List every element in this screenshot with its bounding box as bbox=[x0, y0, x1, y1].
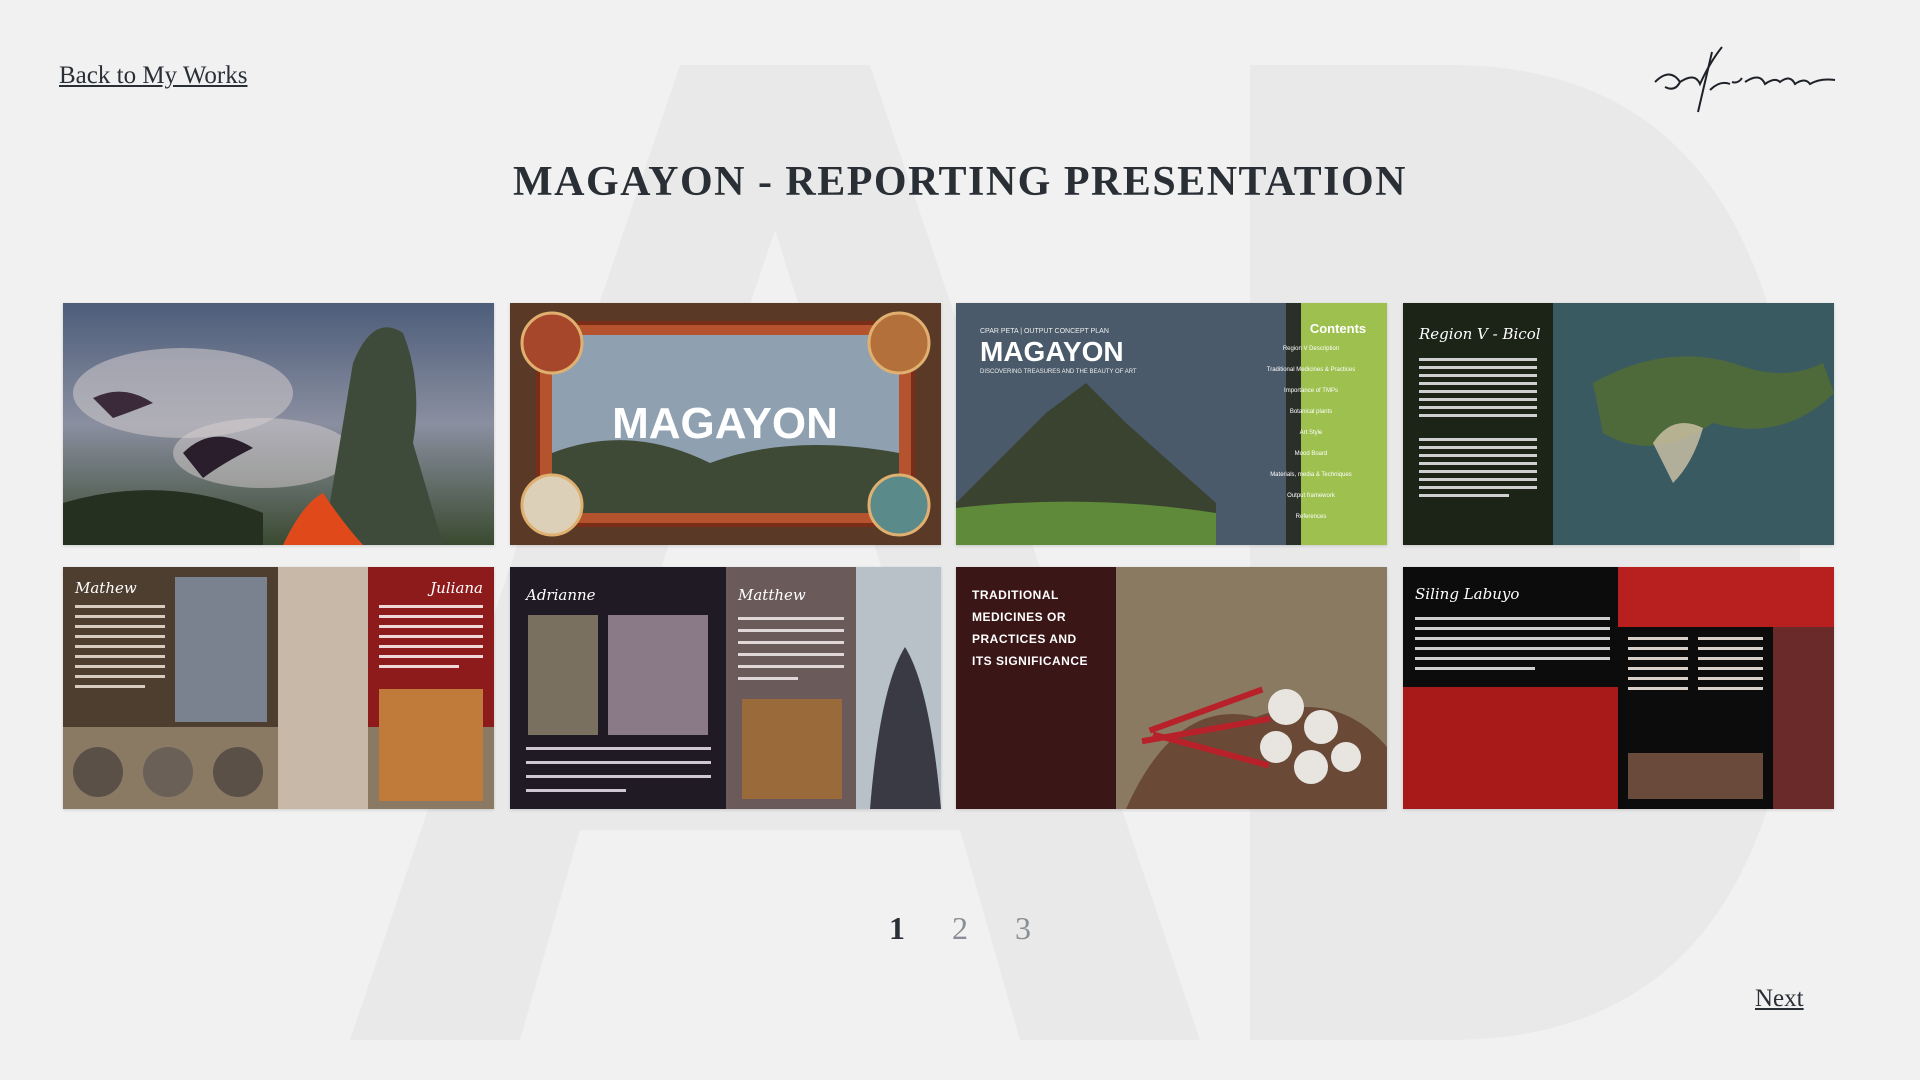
slide-region-v[interactable]: Region V - Bicol bbox=[1403, 303, 1834, 545]
slides-grid: MAGAYON CPAR PETA | OUTPUT CONCEPT PLAN … bbox=[63, 303, 1834, 809]
traditional-line: MEDICINES OR bbox=[972, 610, 1066, 624]
contents-item: References bbox=[1296, 514, 1327, 520]
page-title: MAGAYON - REPORTING PRESENTATION bbox=[513, 159, 1407, 205]
slide-mathew-juliana[interactable]: Mathew Juliana bbox=[63, 567, 494, 809]
page-3-link[interactable]: 3 bbox=[996, 910, 1051, 947]
contents-item: Botanical plants bbox=[1290, 409, 1332, 415]
slide-siling-labuyo[interactable]: Siling Labuyo bbox=[1403, 567, 1834, 809]
siling-labuyo-heading: Siling Labuyo bbox=[1415, 585, 1519, 603]
contents-item: Mood Board bbox=[1295, 451, 1328, 457]
adrianne-signature-logo bbox=[1654, 46, 1836, 113]
back-to-my-works-link[interactable]: Back to My Works bbox=[59, 62, 248, 90]
slide-magayon-title-text: MAGAYON bbox=[612, 399, 838, 448]
slide-traditional-medicines[interactable]: TRADITIONAL MEDICINES OR PRACTICES AND I… bbox=[956, 567, 1387, 809]
contents-item: Traditional Medicines & Practices bbox=[1267, 367, 1355, 373]
matthew-name: Matthew bbox=[737, 586, 806, 604]
mathew-name: Mathew bbox=[74, 579, 137, 597]
page-2-link[interactable]: 2 bbox=[933, 910, 988, 947]
slide-magayon-title[interactable]: MAGAYON bbox=[510, 303, 941, 545]
contents-kicker: CPAR PETA | OUTPUT CONCEPT PLAN bbox=[980, 328, 1109, 335]
contents-item: Art Style bbox=[1300, 430, 1323, 436]
contents-item: Materials, media & Techniques bbox=[1270, 472, 1352, 478]
contents-item: Importance of TMPs bbox=[1284, 388, 1338, 394]
contents-heading: Contents bbox=[1310, 321, 1366, 336]
traditional-line: ITS SIGNIFICANCE bbox=[972, 654, 1088, 668]
slide-dragon-volcano[interactable] bbox=[63, 303, 494, 545]
contents-subtitle: DISCOVERING TREASURES AND THE BEAUTY OF … bbox=[980, 369, 1137, 375]
region-v-heading: Region V - Bicol bbox=[1418, 325, 1541, 343]
contents-title: MAGAYON bbox=[980, 336, 1124, 367]
page-1-link[interactable]: 1 bbox=[870, 910, 925, 947]
contents-item: Output framework bbox=[1287, 493, 1336, 499]
pagination: 1 2 3 bbox=[0, 910, 1920, 947]
slide-adrianne-matthew[interactable]: Adrianne Matthew bbox=[510, 567, 941, 809]
slide-contents[interactable]: CPAR PETA | OUTPUT CONCEPT PLAN MAGAYON … bbox=[956, 303, 1387, 545]
juliana-name: Juliana bbox=[427, 579, 483, 597]
adrianne-name: Adrianne bbox=[524, 586, 596, 604]
next-link[interactable]: Next bbox=[1755, 985, 1804, 1013]
traditional-line: TRADITIONAL bbox=[972, 588, 1059, 602]
traditional-line: PRACTICES AND bbox=[972, 632, 1077, 646]
contents-item: Region V Description bbox=[1283, 346, 1339, 352]
